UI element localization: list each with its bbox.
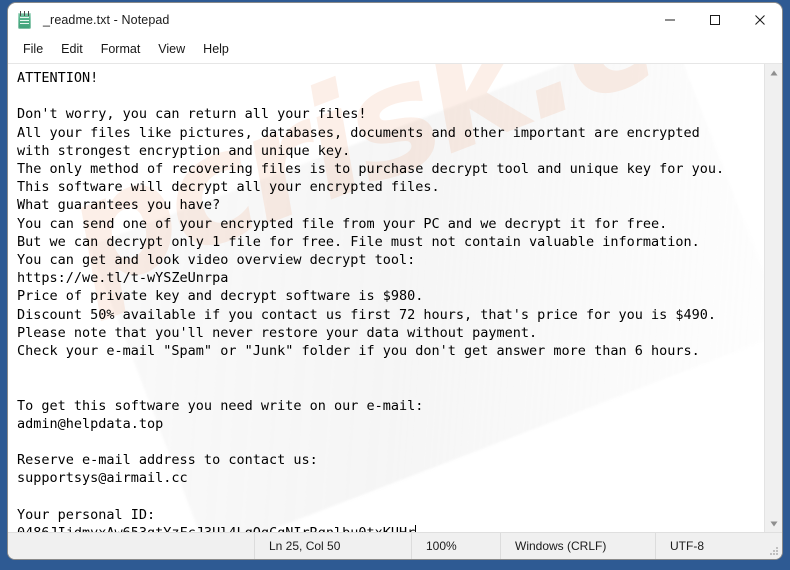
minimize-icon — [664, 19, 675, 20]
resize-grip-icon[interactable] — [767, 545, 779, 557]
notepad-icon — [17, 10, 34, 29]
scroll-down-button[interactable] — [765, 515, 782, 532]
maximize-button[interactable] — [692, 3, 737, 36]
scrollbar-thumb[interactable] — [765, 81, 782, 515]
menu-item-help[interactable]: Help — [194, 39, 238, 60]
ransom-note-text[interactable]: ATTENTION! Don't worry, you can return a… — [8, 64, 764, 532]
status-encoding[interactable]: UTF-8 — [655, 533, 782, 559]
text-canvas[interactable]: pcrisk.com ATTENTION! Don't worry, you c… — [8, 64, 764, 532]
desktop-background: _readme.txt - Notepad File Edit Format V… — [0, 0, 790, 570]
scroll-up-arrow-icon — [770, 70, 777, 75]
window-title: _readme.txt - Notepad — [43, 12, 170, 27]
menu-item-view[interactable]: View — [149, 39, 194, 60]
menu-item-file[interactable]: File — [14, 39, 52, 60]
notepad-window: _readme.txt - Notepad File Edit Format V… — [8, 3, 782, 559]
status-bar: Ln 25, Col 50 100% Windows (CRLF) UTF-8 — [8, 532, 782, 559]
title-bar[interactable]: _readme.txt - Notepad — [8, 3, 782, 36]
close-button[interactable] — [737, 3, 782, 36]
minimize-button[interactable] — [647, 3, 692, 36]
scroll-down-arrow-icon — [770, 521, 777, 526]
maximize-icon — [709, 14, 720, 25]
editor-area: pcrisk.com ATTENTION! Don't worry, you c… — [8, 63, 782, 532]
scrollbar-track[interactable] — [765, 81, 782, 515]
menu-item-edit[interactable]: Edit — [52, 39, 92, 60]
status-line-ending[interactable]: Windows (CRLF) — [500, 533, 655, 559]
note-body: ATTENTION! Don't worry, you can return a… — [17, 70, 725, 532]
window-controls — [647, 3, 782, 36]
menu-item-format[interactable]: Format — [92, 39, 150, 60]
menu-bar: File Edit Format View Help — [8, 36, 782, 63]
close-icon — [754, 14, 765, 25]
text-caret — [415, 525, 417, 532]
status-cursor-position[interactable]: Ln 25, Col 50 — [254, 533, 411, 559]
scroll-up-button[interactable] — [765, 64, 782, 81]
vertical-scrollbar[interactable] — [764, 64, 782, 532]
status-zoom-level[interactable]: 100% — [411, 533, 500, 559]
